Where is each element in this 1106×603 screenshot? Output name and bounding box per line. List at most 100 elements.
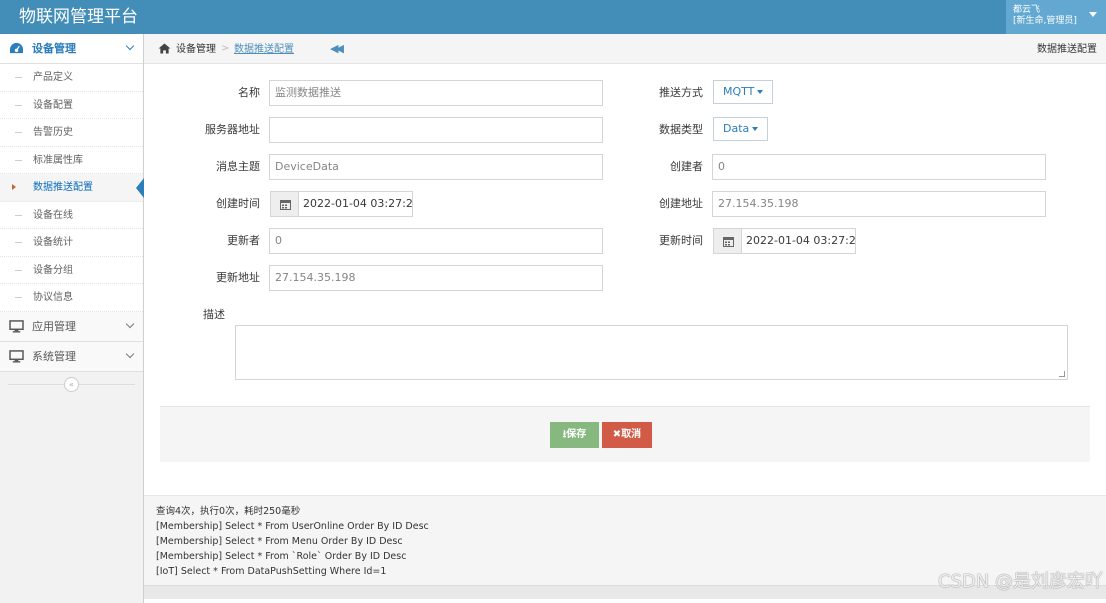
sidebar-collapse: « bbox=[0, 374, 143, 396]
sidebar-item-label: 设备分组 bbox=[33, 264, 73, 276]
sidebar-item-data-push[interactable]: 数据推送配置 bbox=[0, 174, 144, 202]
tree-dash bbox=[15, 77, 22, 78]
sidebar-item-alarm-history[interactable]: 告警历史 bbox=[0, 119, 143, 147]
log-line: [Membership] Select * From UserOnline Or… bbox=[156, 521, 429, 532]
data-type-label: 数据类型 bbox=[659, 123, 703, 136]
push-mode-label: 推送方式 bbox=[659, 86, 703, 99]
active-pointer bbox=[136, 178, 144, 198]
name-label: 名称 bbox=[238, 86, 260, 99]
close-icon: ✖ bbox=[612, 429, 622, 440]
calendar-icon bbox=[723, 237, 734, 247]
sidebar-group-device[interactable]: 设备管理 bbox=[0, 34, 143, 64]
updater-input[interactable]: 0 bbox=[269, 228, 603, 254]
tree-dash bbox=[15, 242, 22, 243]
user-menu[interactable]: 都云飞 [新生命,管理员] bbox=[1006, 0, 1106, 34]
form-actions: ⭳保存 ✖取消 bbox=[160, 406, 1090, 462]
sidebar-group-label: 系统管理 bbox=[32, 350, 76, 363]
calendar-addon bbox=[714, 229, 742, 253]
push-mode-value: MQTT bbox=[723, 85, 755, 98]
name-input[interactable]: 监测数据推送 bbox=[269, 80, 603, 106]
update-time-label: 更新时间 bbox=[659, 234, 703, 247]
top-navbar: 物联网管理平台 都云飞 [新生命,管理员] bbox=[0, 0, 1106, 34]
double-arrow-left-icon[interactable]: ◀◀ bbox=[330, 42, 344, 55]
app-title[interactable]: 物联网管理平台 bbox=[19, 6, 138, 28]
update-ip-label: 更新地址 bbox=[216, 271, 260, 284]
create-ip-label: 创建地址 bbox=[659, 197, 703, 210]
dashboard-icon bbox=[10, 42, 23, 54]
tree-dash bbox=[15, 269, 22, 271]
server-url-label: 服务器地址 bbox=[205, 123, 260, 136]
caret-down-icon bbox=[1089, 12, 1097, 17]
sidebar-item-label: 产品定义 bbox=[33, 72, 73, 83]
sidebar-group-label: 设备管理 bbox=[32, 42, 76, 55]
create-time-label: 创建时间 bbox=[216, 197, 260, 210]
save-button[interactable]: ⭳保存 bbox=[550, 422, 599, 448]
create-time-value: 2022-01-04 03:27:25 bbox=[303, 197, 413, 210]
breadcrumb: 设备管理 > 数据推送配置 ◀◀ 数据推送配置 bbox=[144, 34, 1106, 64]
log-line: [IoT] Select * From DataPushSetting Wher… bbox=[156, 566, 387, 577]
sidebar-item-label: 数据推送配置 bbox=[33, 182, 93, 193]
submenu-device: 产品定义 设备配置 告警历史 标准属性库 数据推送配置 设备在线 设备统计 设备… bbox=[0, 64, 144, 312]
log-line: [Membership] Select * From `Role` Order … bbox=[156, 551, 407, 562]
description-label: 描述 bbox=[203, 308, 225, 321]
log-summary: 查询4次，执行0次，耗时250毫秒 bbox=[156, 506, 301, 517]
sidebar-item-label: 告警历史 bbox=[33, 127, 73, 138]
description-textarea[interactable] bbox=[235, 325, 1068, 380]
sidebar-item-stats[interactable]: 设备统计 bbox=[0, 229, 143, 257]
server-url-input[interactable] bbox=[269, 117, 603, 143]
chevron-down-icon bbox=[125, 349, 135, 359]
topic-label: 消息主题 bbox=[216, 160, 260, 173]
tree-dash bbox=[15, 132, 22, 133]
sidebar-item-label: 设备在线 bbox=[33, 209, 73, 221]
cancel-button[interactable]: ✖取消 bbox=[602, 422, 652, 448]
create-time-input[interactable]: 2022-01-04 03:27:25 bbox=[270, 191, 413, 217]
resize-grip-icon[interactable] bbox=[1059, 371, 1065, 377]
create-ip-input[interactable]: 27.154.35.198 bbox=[712, 191, 1046, 217]
topic-input[interactable]: DeviceData bbox=[269, 154, 603, 180]
sidebar-item-label: 设备配置 bbox=[33, 99, 73, 111]
save-label: 保存 bbox=[566, 429, 587, 440]
sidebar-item-property-lib[interactable]: 标准属性库 bbox=[0, 147, 143, 174]
tree-dash bbox=[15, 214, 22, 216]
desktop-icon bbox=[9, 320, 24, 333]
caret-down-icon bbox=[757, 90, 764, 94]
sidebar-item-label: 协议信息 bbox=[33, 292, 73, 303]
double-chevron-left-icon[interactable]: « bbox=[64, 377, 79, 392]
home-icon bbox=[158, 43, 171, 54]
breadcrumb-current[interactable]: 数据推送配置 bbox=[234, 43, 294, 56]
calendar-addon bbox=[271, 192, 299, 216]
sidebar-item-label: 设备统计 bbox=[33, 237, 73, 248]
updater-label: 更新者 bbox=[227, 234, 260, 247]
sidebar: 设备管理 产品定义 设备配置 告警历史 标准属性库 数据推送配置 设备在线 设备… bbox=[0, 34, 144, 603]
data-type-value: Data bbox=[723, 122, 750, 135]
tree-dash bbox=[15, 104, 22, 106]
data-type-dropdown[interactable]: Data bbox=[713, 117, 769, 141]
breadcrumb-home[interactable]: 设备管理 bbox=[176, 43, 216, 56]
push-mode-dropdown[interactable]: MQTT bbox=[713, 80, 774, 104]
log-line: [Membership] Select * From Menu Order By… bbox=[156, 536, 403, 547]
sidebar-item-protocol[interactable]: 协议信息 bbox=[0, 284, 143, 312]
sidebar-item-label: 标准属性库 bbox=[33, 154, 83, 166]
breadcrumb-separator: > bbox=[221, 43, 230, 54]
user-role: [新生命,管理员] bbox=[1013, 16, 1077, 26]
user-name: 都云飞 bbox=[1013, 5, 1041, 15]
sidebar-item-product[interactable]: 产品定义 bbox=[0, 64, 143, 92]
sidebar-group-system[interactable]: 系统管理 bbox=[0, 342, 143, 372]
update-time-input[interactable]: 2022-01-04 03:27:25 bbox=[713, 228, 856, 254]
sidebar-item-device-config[interactable]: 设备配置 bbox=[0, 92, 143, 119]
creator-label: 创建者 bbox=[670, 160, 703, 173]
sidebar-item-online[interactable]: 设备在线 bbox=[0, 202, 143, 229]
sidebar-item-group[interactable]: 设备分组 bbox=[0, 257, 143, 284]
caret-right-icon bbox=[12, 184, 16, 190]
page-title: 数据推送配置 bbox=[1037, 44, 1097, 55]
cancel-label: 取消 bbox=[621, 429, 642, 440]
tree-dash bbox=[15, 297, 22, 298]
desktop-icon bbox=[9, 350, 24, 363]
tree-dash bbox=[15, 159, 22, 161]
watermark: CSDN @是刘彦宏吖 bbox=[937, 571, 1103, 592]
chevron-down-icon bbox=[125, 319, 135, 329]
sidebar-group-app[interactable]: 应用管理 bbox=[0, 312, 143, 342]
creator-input[interactable]: 0 bbox=[712, 154, 1046, 180]
update-time-value: 2022-01-04 03:27:25 bbox=[746, 234, 856, 247]
update-ip-input[interactable]: 27.154.35.198 bbox=[269, 265, 603, 291]
